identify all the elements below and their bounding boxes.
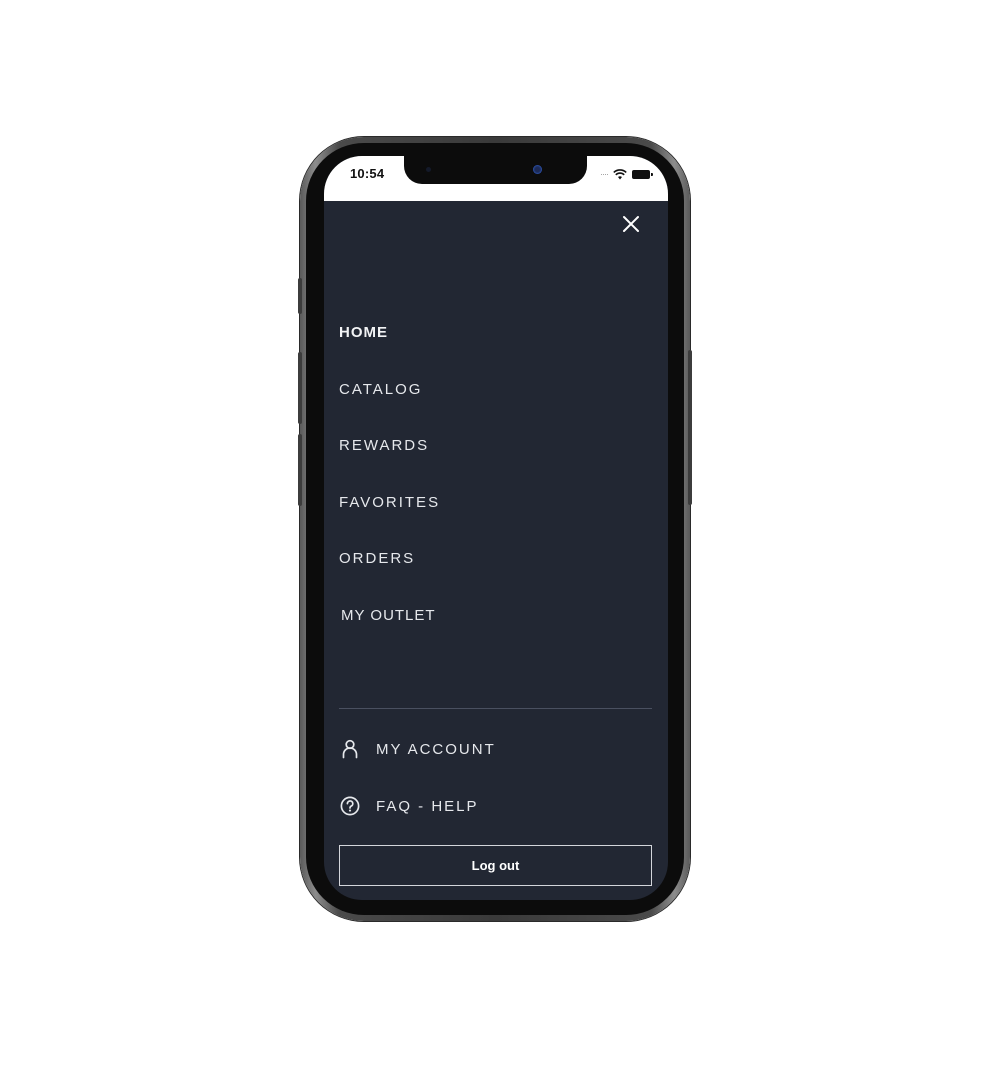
menu-item-catalog[interactable]: CATALOG (339, 373, 440, 430)
menu-item-home[interactable]: HOME (339, 316, 440, 373)
cellular-signal-icon: ···· (600, 169, 609, 179)
close-icon (623, 216, 639, 232)
volume-down-button (298, 434, 302, 506)
notch (404, 156, 587, 184)
status-icons: ···· (600, 168, 653, 180)
status-time: 10:54 (350, 166, 385, 181)
volume-up-button (298, 352, 302, 424)
main-menu: HOME CATALOG REWARDS FAVORITES ORDERS MY… (339, 316, 440, 655)
stage: 10:54 ···· HOME CATALOG REWARDS FAVORITE… (0, 0, 1002, 1080)
help-circle-icon (340, 796, 360, 816)
phone-screen: 10:54 ···· HOME CATALOG REWARDS FAVORITE… (324, 156, 668, 900)
power-button (688, 350, 692, 505)
menu-item-my-outlet[interactable]: MY OUTLET (339, 599, 440, 656)
front-camera (533, 165, 542, 174)
faq-help-link[interactable]: FAQ - HELP (339, 792, 479, 820)
logout-button[interactable]: Log out (339, 845, 652, 886)
close-menu-button[interactable] (620, 213, 642, 235)
faq-help-label: FAQ - HELP (376, 797, 479, 815)
proximity-sensor (426, 167, 431, 172)
silent-switch (298, 278, 302, 314)
menu-item-rewards[interactable]: REWARDS (339, 429, 440, 486)
my-account-link[interactable]: MY ACCOUNT (339, 735, 496, 763)
user-icon (342, 739, 358, 759)
wifi-icon (613, 168, 627, 179)
battery-icon (632, 169, 653, 179)
my-account-label: MY ACCOUNT (376, 740, 496, 758)
menu-divider (339, 708, 652, 709)
status-bar: 10:54 ···· (324, 156, 668, 201)
menu-item-favorites[interactable]: FAVORITES (339, 486, 440, 543)
menu-item-orders[interactable]: ORDERS (339, 542, 440, 599)
